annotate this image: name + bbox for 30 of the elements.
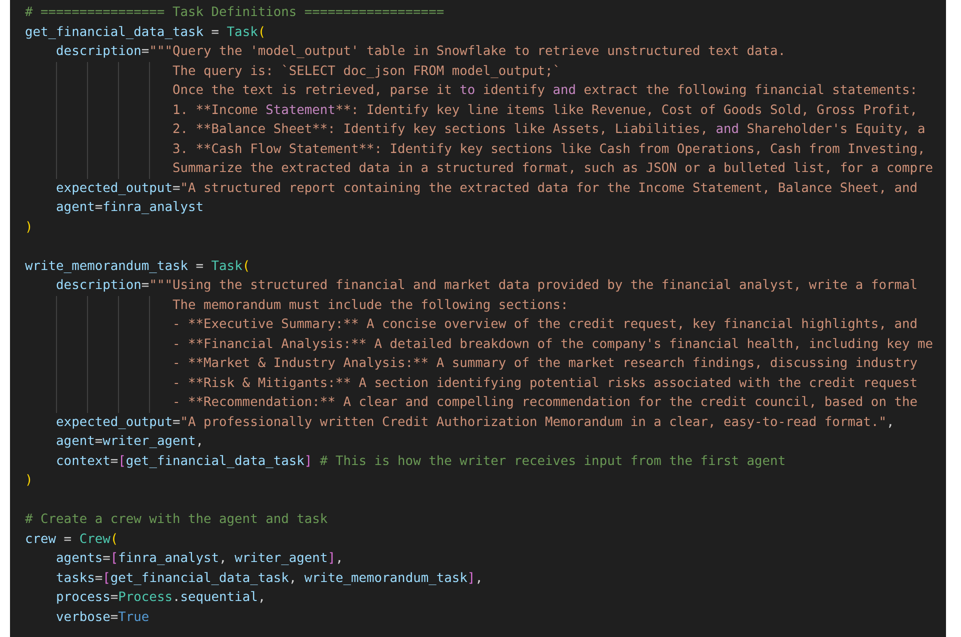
code-line: crew = Crew( [25,530,118,548]
code-line: 2. **Balance Sheet**: Identify key sections like Assets, Liabilities, and Shareholder's Equity, a [171,121,926,139]
code-line: agent=finra_analyst [55,199,204,217]
code-line: get_financial_data_task = Task( [25,24,266,42]
code-line: agent=writer_agent, [55,433,204,451]
code-line: - **Recommendation:** A clear and compelling recommendation for the credit council, based on the [171,394,918,412]
code-line: description="""Using the structured financial and market data provided by the financial analyst, write a formal [55,277,918,295]
code-line: - **Market & Industry Analysis:** A summary of the market research findings, discussing industry [171,355,918,373]
code-line: agents=[finra_analyst, writer_agent], [55,550,344,568]
code-line: process=Process.sequential, [55,589,266,607]
code-line: The memorandum must include the following sections: [171,296,568,314]
code-line: - **Financial Analysis:** A detailed breakdown of the company's financial health, including key me [171,336,934,354]
code-line: - **Executive Summary:** A concise overview of the credit request, key financial highlights, and [171,316,918,334]
code-line: description="""Query the 'model_output' table in Snowflake to retrieve unstructured text data. [55,43,786,61]
code-line: 3. **Cash Flow Statement**: Identify key sections like Cash from Operations, Cash from Investing, [171,140,926,158]
code-line: Once the text is retrieved, parse it to identify and extract the following financial statements: [171,82,918,100]
code-line: Summarize the extracted data in a structured format, such as JSON or a bulleted list, for a compre [171,160,934,178]
code-line: context=[get_financial_data_task] # This is how the writer receives input from the first agent [55,452,786,470]
code-line: ) [25,472,33,490]
code-line: tasks=[get_financial_data_task, write_memorandum_task], [55,570,483,588]
code-line: verbose=True [55,608,150,626]
code-line: expected_output="A structured report containing the extracted data for the Income Statement, Balance Sheet, and [55,180,918,198]
code-line: write_memorandum_task = Task( [25,258,250,276]
code-line: - **Risk & Mitigants:** A section identifying potential risks associated with the credit request [171,374,918,392]
code-comment: # Create a crew with the agent and task [25,511,328,529]
code-comment: # ================ Task Definitions ================== [25,4,444,22]
code-line: expected_output="A professionally written Credit Authorization Memorandum in a clear, easy-to-read format.", [55,414,894,432]
code-line: The query is: `SELECT doc_json FROM model_output;` [171,62,560,80]
code-line: 1. **Income Statement**: Identify key line items like Revenue, Cost of Goods Sold, Gross Profit, [171,102,918,120]
code-line: ) [25,218,33,236]
